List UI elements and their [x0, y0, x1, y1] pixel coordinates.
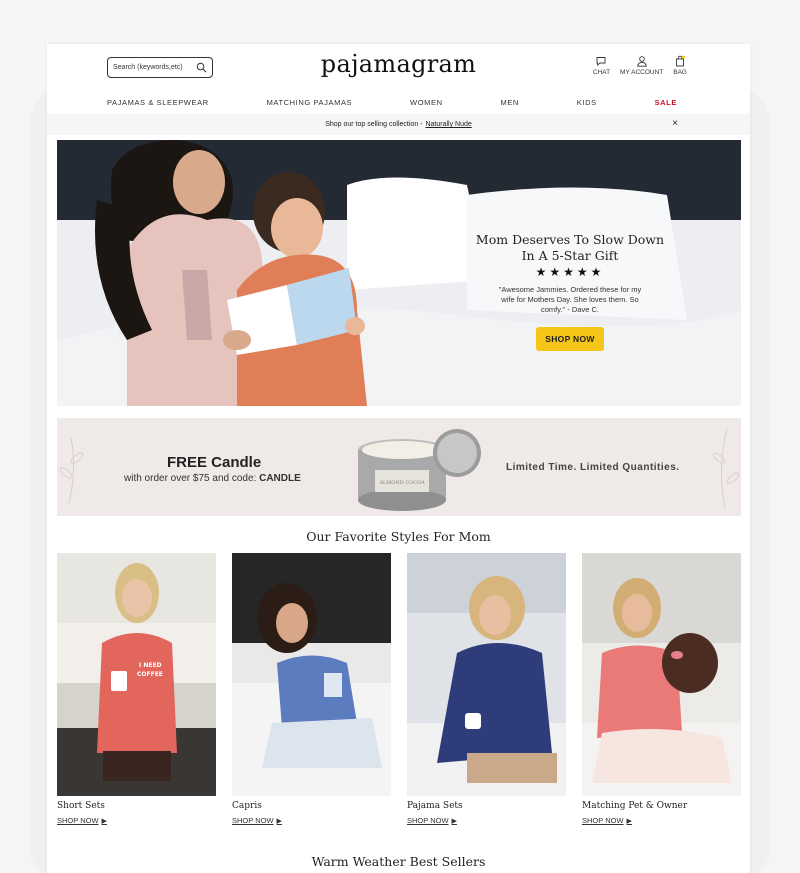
hero-banner[interactable]: Mom Deserves To Slow Down In A 5-Star Gi… — [57, 140, 741, 406]
free-candle-condition: with order over $75 and code: — [124, 473, 257, 484]
nav-sale[interactable]: SALE — [655, 98, 677, 107]
product-image-short-sets[interactable]: I NEED COFFEE — [57, 553, 216, 796]
my-account-label: MY ACCOUNT — [620, 69, 664, 76]
header-utilities: CHAT MY ACCOUNT BAG — [593, 55, 687, 76]
product-card-pajama-sets[interactable]: Pajama Sets SHOP NOW ▶ — [407, 553, 566, 825]
close-icon[interactable]: × — [672, 118, 678, 129]
shop-now-label: SHOP NOW — [582, 816, 624, 825]
svg-text:ALMOND COCOA: ALMOND COCOA — [378, 480, 425, 486]
nav-women[interactable]: WOMEN — [410, 98, 443, 107]
my-account-link[interactable]: MY ACCOUNT — [620, 55, 663, 76]
promo-bar: Shop our top selling collection - Natura… — [47, 114, 750, 135]
product-name[interactable]: Short Sets — [57, 801, 216, 811]
web-page: Search (keywords,etc) pajamagram CHAT MY… — [47, 44, 750, 873]
nav-men[interactable]: MEN — [500, 98, 518, 107]
product-image-capris[interactable] — [232, 553, 391, 796]
product-image-matching-pet-owner[interactable] — [582, 553, 741, 796]
caret-right-icon: ▶ — [101, 817, 107, 825]
shop-now-label: SHOP NOW — [407, 816, 449, 825]
nav-pajamas-sleepwear[interactable]: PAJAMAS & SLEEPWEAR — [107, 98, 209, 107]
caret-right-icon: ▶ — [626, 817, 632, 825]
shop-now-link[interactable]: SHOP NOW ▶ — [407, 816, 566, 825]
free-candle-banner[interactable]: ALMOND COCOA FREE Candle with order over… — [57, 418, 741, 516]
nav-kids[interactable]: KIDS — [577, 98, 597, 107]
product-name[interactable]: Capris — [232, 801, 391, 811]
free-candle-subtitle: with order over $75 and code: CANDLE — [124, 473, 301, 484]
promo-link[interactable]: Naturally Nude — [425, 121, 471, 128]
svg-text:I NEED: I NEED — [139, 662, 162, 669]
product-name[interactable]: Pajama Sets — [407, 801, 566, 811]
shopping-bag-icon — [676, 55, 686, 67]
main-navigation: PAJAMAS & SLEEPWEAR MATCHING PAJAMAS WOM… — [107, 98, 677, 107]
caret-right-icon: ▶ — [451, 817, 457, 825]
hero-title-line1: Mom Deserves To Slow Down — [475, 232, 665, 247]
caret-right-icon: ▶ — [276, 817, 282, 825]
section-title-best-sellers: Warm Weather Best Sellers — [311, 854, 486, 869]
product-name[interactable]: Matching Pet & Owner — [582, 801, 741, 811]
product-card-capris[interactable]: Capris SHOP NOW ▶ — [232, 553, 391, 825]
free-candle-title: FREE Candle — [167, 454, 262, 471]
rating-stars: ★★★★★ — [535, 265, 605, 279]
promo-text: Shop our top selling collection - — [325, 121, 423, 128]
shop-now-link[interactable]: SHOP NOW ▶ — [57, 816, 216, 825]
hero-quote: "Awesome Jammies. Ordered these for my w… — [498, 285, 642, 314]
bag-link[interactable]: BAG — [673, 55, 687, 76]
shop-now-link[interactable]: SHOP NOW ▶ — [582, 816, 741, 825]
hero-title-line2: In A 5-Star Gift — [521, 248, 619, 263]
hero-copy: Mom Deserves To Slow Down In A 5-Star Gi… — [467, 232, 673, 351]
product-image-pajama-sets[interactable] — [407, 553, 566, 796]
limited-time-text: Limited Time. Limited Quantities. — [506, 462, 680, 473]
bag-label: BAG — [673, 69, 687, 76]
svg-text:COFFEE: COFFEE — [137, 671, 163, 678]
section-title-favorites: Our Favorite Styles For Mom — [306, 529, 491, 544]
hero-shop-now-button[interactable]: SHOP NOW — [536, 327, 604, 351]
product-grid: I NEED COFFEE Short Sets SHOP NOW ▶ Capr… — [57, 553, 741, 825]
promo-code: CANDLE — [259, 473, 301, 484]
shop-now-label: SHOP NOW — [57, 816, 99, 825]
product-card-short-sets[interactable]: I NEED COFFEE Short Sets SHOP NOW ▶ — [57, 553, 216, 825]
chat-link[interactable]: CHAT — [593, 55, 610, 76]
chat-label: CHAT — [592, 69, 611, 76]
shop-now-label: SHOP NOW — [232, 816, 274, 825]
chat-bubble-icon — [596, 57, 606, 66]
user-icon — [637, 56, 647, 67]
nav-matching-pajamas[interactable]: MATCHING PAJAMAS — [267, 98, 353, 107]
shop-now-link[interactable]: SHOP NOW ▶ — [232, 816, 391, 825]
product-card-matching-pet-owner[interactable]: Matching Pet & Owner SHOP NOW ▶ — [582, 553, 741, 825]
